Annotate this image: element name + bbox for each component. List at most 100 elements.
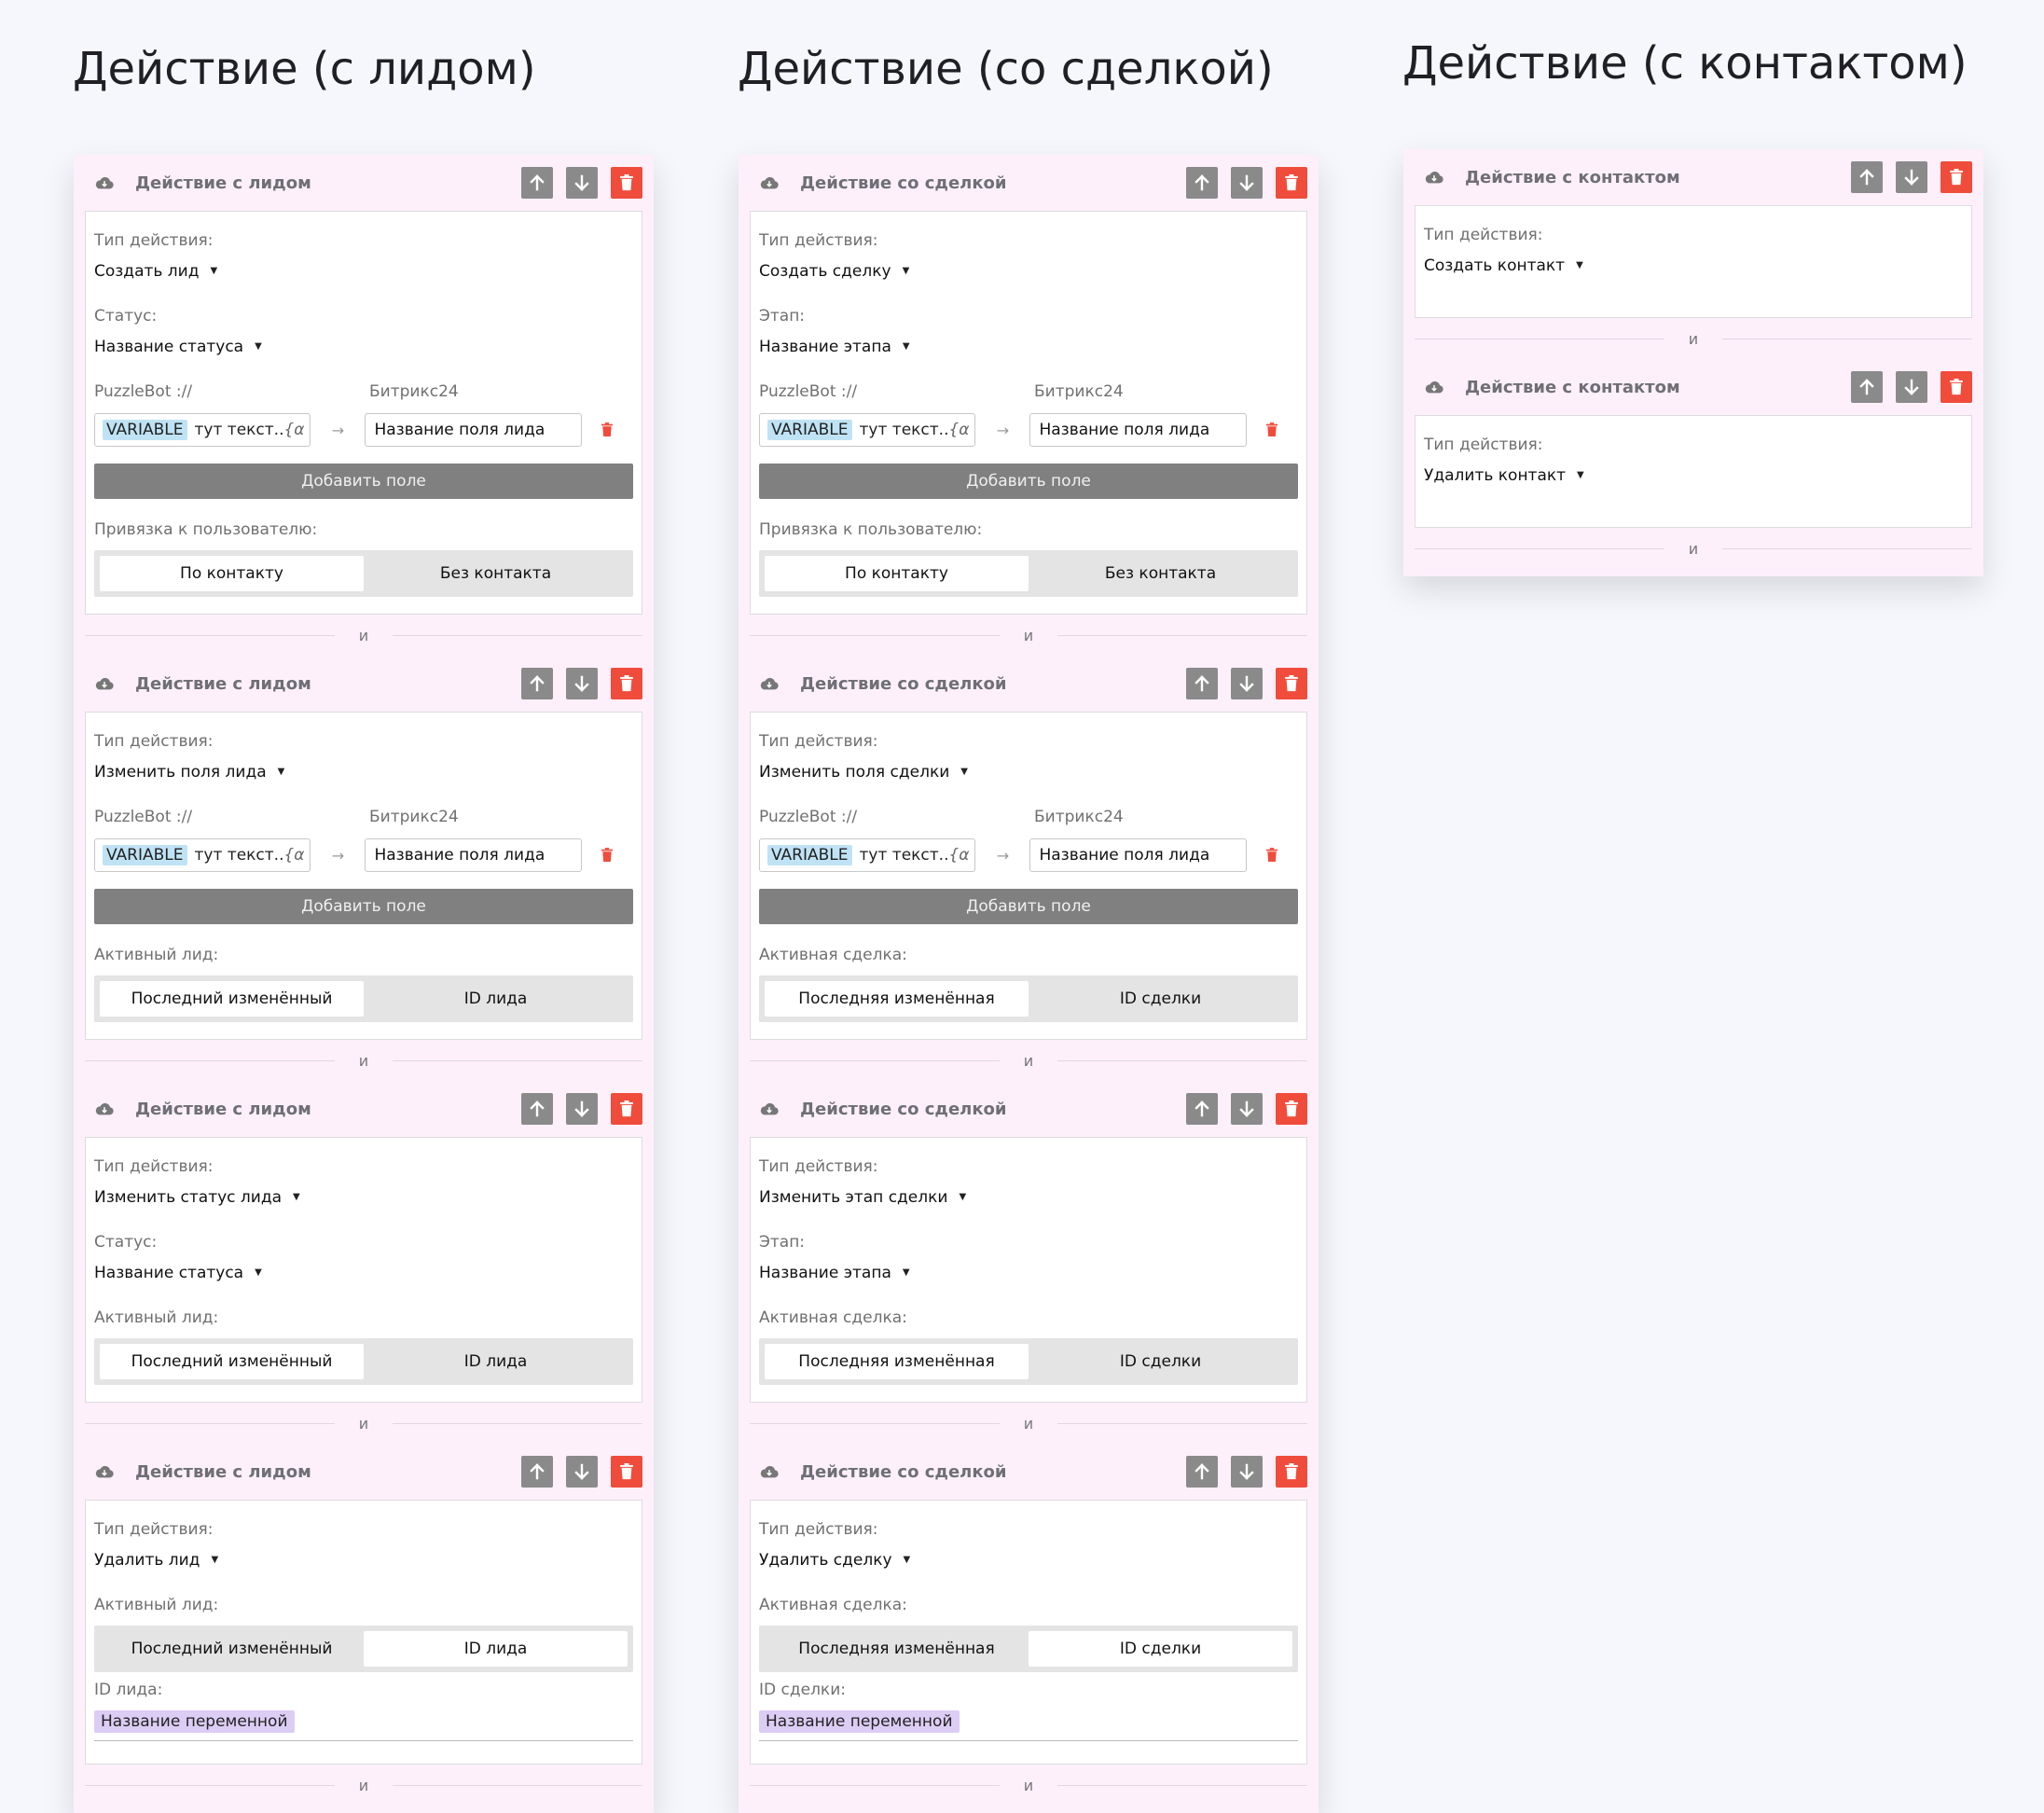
segment-option[interactable]: Последняя изменённая: [765, 981, 1029, 1017]
delete-action-button[interactable]: [611, 167, 642, 199]
dropdown-select[interactable]: Название этапа ▼: [759, 337, 1298, 357]
segment-option[interactable]: ID лида: [364, 981, 628, 1017]
action-header: Действие со сделкой: [750, 155, 1307, 211]
move-up-button[interactable]: [521, 1093, 553, 1125]
segment-option[interactable]: ID сделки: [1029, 1344, 1292, 1379]
target-field-input[interactable]: Название поля лида: [365, 413, 582, 447]
dropdown-select[interactable]: Название статуса ▼: [94, 1263, 633, 1283]
action-header: Действие со сделкой: [750, 1444, 1307, 1500]
delete-action-button[interactable]: [1276, 668, 1307, 699]
field-label: Активная сделка:: [759, 1596, 907, 1614]
move-up-button[interactable]: [1186, 1093, 1218, 1125]
segment-option[interactable]: ID лида: [364, 1631, 628, 1667]
dropdown-select[interactable]: Изменить поля лида ▼: [94, 762, 633, 782]
move-up-button[interactable]: [1186, 167, 1218, 199]
dropdown-select[interactable]: Изменить этап сделки ▼: [759, 1187, 1298, 1208]
source-text: тут текст...: [859, 421, 949, 439]
add-field-button[interactable]: Добавить поле: [94, 889, 633, 924]
and-separator-label: и: [999, 1051, 1058, 1070]
move-up-button[interactable]: [521, 668, 553, 699]
segment-option[interactable]: По контакту: [100, 556, 364, 591]
cloud-icon: [94, 1101, 115, 1116]
segment-option[interactable]: Последняя изменённая: [765, 1344, 1029, 1379]
source-value-input[interactable]: VARIABLE тут текст... {α: [94, 838, 311, 872]
segment-option[interactable]: Последняя изменённая: [765, 1631, 1029, 1667]
delete-action-button[interactable]: [1940, 371, 1972, 403]
move-up-button[interactable]: [1851, 161, 1883, 193]
dropdown-select[interactable]: Создать лид ▼: [94, 261, 633, 282]
move-up-button[interactable]: [1851, 371, 1883, 403]
field-label: Активная сделка:: [759, 1308, 907, 1327]
move-down-button[interactable]: [1231, 1093, 1263, 1125]
segment-option[interactable]: Последний изменённый: [100, 981, 364, 1017]
delete-action-button[interactable]: [1276, 1456, 1307, 1488]
move-down-button[interactable]: [566, 1456, 598, 1488]
target-field-input[interactable]: Название поля лида: [365, 838, 582, 872]
dropdown-select[interactable]: Изменить статус лида ▼: [94, 1187, 633, 1208]
and-separator: и: [85, 615, 642, 656]
delete-action-button[interactable]: [1940, 161, 1972, 193]
move-down-button[interactable]: [1231, 1456, 1263, 1488]
delete-mapping-button[interactable]: [1247, 422, 1298, 437]
dropdown-select[interactable]: Название этапа ▼: [759, 1263, 1298, 1283]
delete-action-button[interactable]: [611, 1093, 642, 1125]
delete-action-button[interactable]: [611, 1456, 642, 1488]
delete-action-button[interactable]: [1276, 167, 1307, 199]
segment-option[interactable]: ID сделки: [1029, 1631, 1292, 1667]
field-label: Этап:: [759, 1233, 806, 1252]
arrow-right-icon: →: [996, 421, 1010, 439]
source-value-input[interactable]: VARIABLE тут текст... {α: [94, 413, 311, 447]
move-down-button[interactable]: [1231, 668, 1263, 699]
add-field-button[interactable]: Добавить поле: [759, 464, 1298, 499]
move-down-button[interactable]: [1896, 161, 1927, 193]
segment-option[interactable]: Последний изменённый: [100, 1344, 364, 1379]
move-up-button[interactable]: [521, 167, 553, 199]
cloud-icon: [759, 1101, 780, 1116]
delete-mapping-button[interactable]: [1247, 848, 1298, 863]
dropdown-select[interactable]: Удалить сделку ▼: [759, 1550, 1298, 1571]
dropdown-select[interactable]: Удалить контакт ▼: [1424, 465, 1963, 486]
delete-action-button[interactable]: [1276, 1093, 1307, 1125]
add-field-button[interactable]: Добавить поле: [94, 464, 633, 499]
segment-option[interactable]: Без контакта: [364, 556, 628, 591]
target-field-input[interactable]: Название поля лида: [1029, 838, 1247, 872]
field-label: Тип действия:: [94, 231, 214, 250]
variable-field[interactable]: Название переменной: [94, 1710, 633, 1741]
move-up-button[interactable]: [1186, 668, 1218, 699]
move-down-button[interactable]: [566, 1093, 598, 1125]
delete-mapping-button[interactable]: [582, 848, 633, 863]
segment-option[interactable]: ID лида: [364, 1344, 628, 1379]
dropdown-select[interactable]: Изменить поля сделки ▼: [759, 762, 1298, 782]
action-card: Тип действия: Удалить лид ▼ Активный лид: По…: [85, 1500, 642, 1765]
delete-action-button[interactable]: [611, 668, 642, 699]
move-down-button[interactable]: [1231, 167, 1263, 199]
move-down-button[interactable]: [1896, 371, 1927, 403]
dropdown-select[interactable]: Название статуса ▼: [94, 337, 633, 357]
dropdown-select[interactable]: Создать контакт ▼: [1424, 256, 1963, 276]
segment-option[interactable]: Последний изменённый: [100, 1631, 364, 1667]
formula-icon[interactable]: {α: [283, 846, 304, 865]
segment-option[interactable]: По контакту: [765, 556, 1029, 591]
action-title: Действие со сделкой: [800, 1099, 1007, 1119]
formula-icon[interactable]: {α: [948, 846, 969, 865]
dropdown-value: Название этапа: [759, 338, 891, 356]
dropdown-select[interactable]: Удалить лид ▼: [94, 1550, 633, 1571]
dropdown-select[interactable]: Создать сделку ▼: [759, 261, 1298, 282]
source-value-input[interactable]: VARIABLE тут текст... {α: [759, 413, 976, 447]
action-header: Действие с контактом: [1415, 149, 1972, 205]
variable-field[interactable]: Название переменной: [759, 1710, 1298, 1741]
add-field-button[interactable]: Добавить поле: [759, 889, 1298, 924]
delete-mapping-button[interactable]: [582, 422, 633, 437]
caret-down-icon: ▼: [959, 1192, 967, 1202]
formula-icon[interactable]: {α: [948, 421, 969, 439]
move-up-button[interactable]: [521, 1456, 553, 1488]
move-down-button[interactable]: [566, 167, 598, 199]
target-field-input[interactable]: Название поля лида: [1029, 413, 1247, 447]
segment-option[interactable]: ID сделки: [1029, 981, 1292, 1017]
and-separator: и: [750, 615, 1307, 656]
segment-option[interactable]: Без контакта: [1029, 556, 1292, 591]
source-value-input[interactable]: VARIABLE тут текст... {α: [759, 838, 976, 872]
move-down-button[interactable]: [566, 668, 598, 699]
move-up-button[interactable]: [1186, 1456, 1218, 1488]
formula-icon[interactable]: {α: [283, 421, 304, 439]
